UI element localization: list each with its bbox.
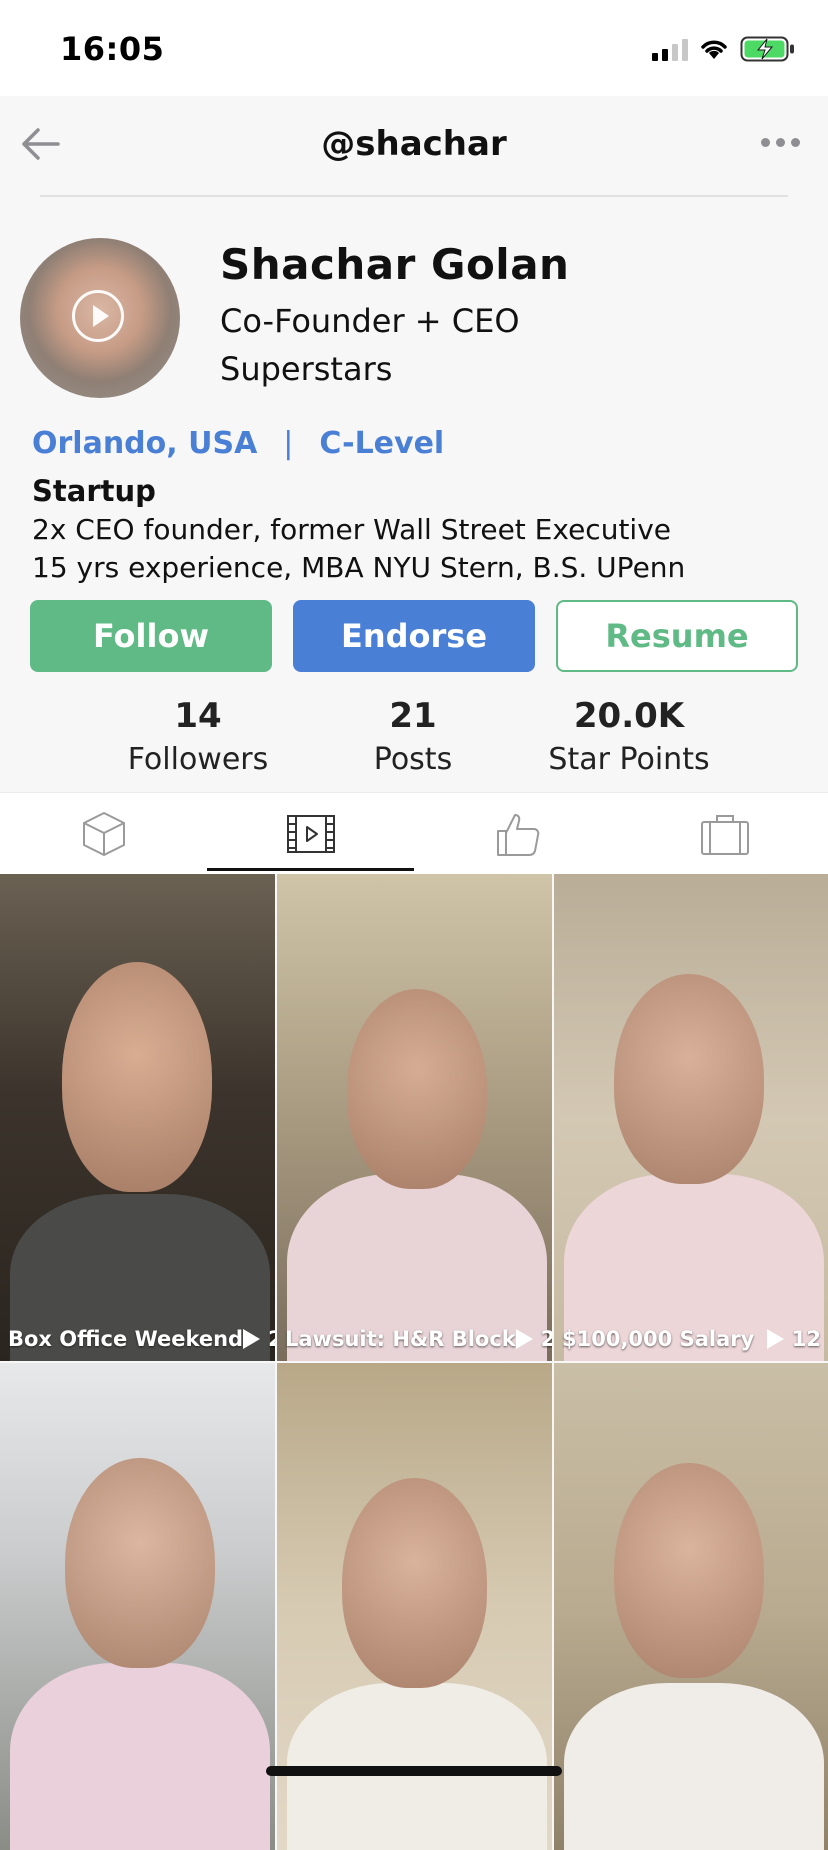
- stat-label: Followers: [127, 742, 269, 777]
- battery-charging-icon: [740, 36, 794, 62]
- nav-divider: [40, 195, 788, 197]
- tab-endorsements[interactable]: [414, 793, 621, 875]
- status-icons: [652, 36, 796, 62]
- profile-name: Shachar Golan: [220, 240, 570, 289]
- stat-followers[interactable]: 14 Followers: [98, 696, 298, 777]
- video-tile[interactable]: [554, 1363, 828, 1850]
- play-count: 20: [515, 1327, 552, 1351]
- play-count: 28: [243, 1327, 275, 1351]
- video-title: Box Office Weekend: [8, 1327, 244, 1351]
- play-icon: [515, 1329, 533, 1349]
- tab-resume[interactable]: [621, 793, 828, 875]
- video-tile[interactable]: [0, 1363, 275, 1850]
- meta-separator: |: [283, 426, 294, 461]
- play-count-value: 12: [791, 1327, 821, 1351]
- profile-meta: Orlando, USA | C-Level: [32, 426, 444, 461]
- profile-company: Superstars: [220, 350, 393, 388]
- nav-bar: @shachar: [0, 96, 828, 196]
- play-count-value: 28: [268, 1327, 275, 1351]
- tab-cube[interactable]: [0, 793, 207, 875]
- nav-title: @shachar: [321, 124, 507, 164]
- profile-bio-line2: 15 yrs experience, MBA NYU Stern, B.S. U…: [32, 551, 686, 584]
- profile-bio-line1: 2x CEO founder, former Wall Street Execu…: [32, 513, 671, 546]
- play-icon: [766, 1329, 784, 1349]
- play-count-value: 20: [540, 1327, 552, 1351]
- endorse-button[interactable]: Endorse: [293, 600, 535, 672]
- briefcase-icon: [700, 815, 749, 855]
- profile-role: Co-Founder + CEO: [220, 302, 520, 340]
- location-link[interactable]: Orlando, USA: [32, 426, 257, 461]
- video-title: Lawsuit: H&R Block: [285, 1327, 516, 1351]
- play-count: 12: [766, 1327, 821, 1351]
- stat-value: 21: [389, 696, 437, 736]
- status-time: 16:05: [60, 30, 165, 68]
- video-tile[interactable]: $100,000 Salary 12: [554, 874, 828, 1361]
- active-tab-indicator: [207, 868, 414, 871]
- video-title: $100,000 Salary: [562, 1327, 755, 1351]
- video-tile[interactable]: [277, 1363, 552, 1850]
- thumbs-up-icon: [496, 814, 539, 856]
- status-bar: 16:05: [0, 0, 828, 96]
- more-options-icon[interactable]: [761, 138, 800, 147]
- profile-industry: Startup: [32, 474, 156, 508]
- resume-button[interactable]: Resume: [556, 600, 798, 672]
- stat-label: Star Points: [548, 742, 710, 777]
- signal-icon: [652, 37, 688, 61]
- play-icon: [72, 290, 124, 342]
- level-link[interactable]: C-Level: [319, 426, 444, 461]
- cube-icon: [82, 812, 125, 856]
- wifi-icon: [701, 40, 727, 59]
- stat-label: Posts: [373, 742, 453, 777]
- stat-value: 14: [174, 696, 222, 736]
- stat-star-points[interactable]: 20.0K Star Points: [529, 696, 729, 777]
- home-indicator: [266, 1766, 562, 1776]
- profile-tabs: [0, 792, 828, 875]
- video-icon: [286, 815, 335, 853]
- video-tile[interactable]: Lawsuit: H&R Block 20: [277, 874, 552, 1361]
- stat-posts[interactable]: 21 Posts: [313, 696, 513, 777]
- video-tile[interactable]: Box Office Weekend 28: [0, 874, 275, 1361]
- video-caption: $100,000 Salary 12: [562, 1327, 821, 1351]
- stat-value: 20.0K: [573, 696, 685, 736]
- follow-button[interactable]: Follow: [30, 600, 272, 672]
- video-caption: Box Office Weekend 28: [8, 1327, 275, 1351]
- video-caption: Lawsuit: H&R Block 20: [285, 1327, 552, 1351]
- tab-videos[interactable]: [207, 793, 414, 875]
- play-icon: [243, 1329, 261, 1349]
- avatar[interactable]: [20, 238, 180, 398]
